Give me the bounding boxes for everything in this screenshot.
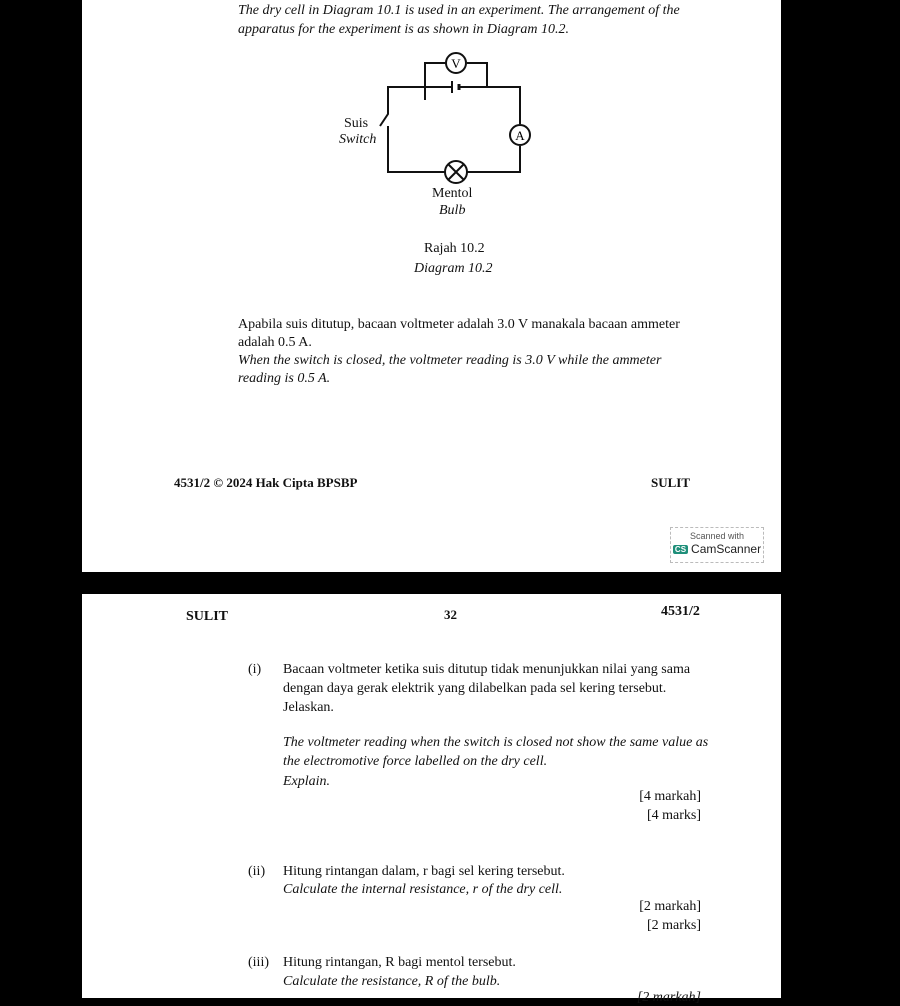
footer-copyright: 4531/2 © 2024 Hak Cipta BPSBP bbox=[174, 475, 358, 490]
question-text-en: The voltmeter reading when the switch is… bbox=[283, 735, 709, 750]
marks-ms: [4 markah] bbox=[639, 789, 701, 804]
voltmeter-label: V bbox=[451, 56, 461, 71]
marks-ms: [2 markah] bbox=[639, 899, 701, 914]
question-text-ms: Bacaan voltmeter ketika suis ditutup tid… bbox=[283, 662, 691, 677]
question-text-en: the electromotive force labelled on the … bbox=[283, 754, 548, 769]
question-text-en: Explain. bbox=[283, 774, 331, 789]
footer-sulit: SULIT bbox=[651, 475, 691, 490]
bulb-label-ms: Mentol bbox=[432, 186, 473, 201]
question-text-ms: Hitung rintangan, R bagi mentol tersebut… bbox=[283, 955, 516, 970]
diagram-caption-en: Diagram 10.2 bbox=[414, 261, 493, 276]
wire bbox=[379, 86, 521, 173]
question-number: (i) bbox=[248, 662, 262, 677]
paragraph-en: When the switch is closed, the voltmeter… bbox=[238, 353, 662, 368]
page-2: SULIT 32 4531/2 (i) Bacaan voltmeter ket… bbox=[82, 594, 781, 1005]
switch-label-ms: Suis bbox=[344, 116, 369, 131]
header-sulit: SULIT bbox=[186, 609, 229, 624]
question-number: (ii) bbox=[248, 864, 266, 879]
question-number: (iii) bbox=[248, 955, 269, 970]
question-text-ms: Hitung rintangan dalam, r bagi sel kerin… bbox=[283, 864, 565, 879]
paragraph-ms: Apabila suis ditutup, bacaan voltmeter a… bbox=[238, 317, 680, 332]
camscanner-logo-icon: CS bbox=[672, 545, 689, 554]
ammeter-label: A bbox=[515, 128, 525, 143]
marks-en: [2 marks] bbox=[646, 918, 701, 933]
watermark-text: Scanned with bbox=[689, 531, 745, 541]
question-text-en: Calculate the internal resistance, r of … bbox=[283, 882, 563, 897]
diagram-caption-ms: Rajah 10.2 bbox=[424, 241, 485, 256]
page-1: The dry cell in Diagram 10.1 is used in … bbox=[82, 0, 781, 572]
page-number: 32 bbox=[444, 607, 457, 622]
switch-label-en: Switch bbox=[339, 132, 377, 147]
camscanner-watermark: Scanned with CS CamScanner bbox=[670, 527, 764, 563]
header-code: 4531/2 bbox=[661, 604, 700, 619]
watermark-brand: CamScanner bbox=[691, 542, 762, 556]
paragraph-en: reading is 0.5 A. bbox=[238, 371, 331, 386]
question-text-en: Calculate the resistance, R of the bulb. bbox=[283, 974, 501, 989]
question-text-ms: Jelaskan. bbox=[283, 700, 334, 715]
paragraph-ms: adalah 0.5 A. bbox=[238, 335, 312, 350]
marks-en: [4 marks] bbox=[646, 808, 701, 823]
question-text-ms: dengan daya gerak elektrik yang dilabelk… bbox=[283, 681, 667, 696]
bulb-label-en: Bulb bbox=[439, 203, 466, 218]
marks-ms: [2 markah] bbox=[636, 990, 701, 1005]
